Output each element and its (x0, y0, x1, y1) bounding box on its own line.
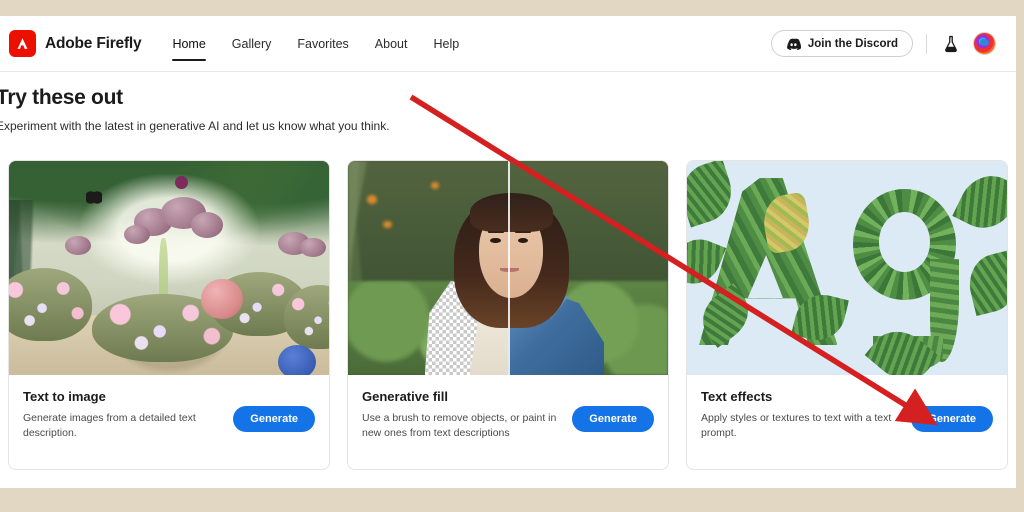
page-subtitle: Experiment with the latest in generative… (0, 119, 390, 133)
header-divider (926, 33, 927, 54)
nav-item-gallery[interactable]: Gallery (219, 16, 285, 72)
screenshot-root: Adobe Firefly Home Gallery Favorites Abo… (0, 0, 1024, 512)
card-description: Generate images from a detailed text des… (23, 412, 196, 440)
nav-item-favorites[interactable]: Favorites (284, 16, 361, 72)
site-header: Adobe Firefly Home Gallery Favorites Abo… (0, 16, 1016, 72)
feature-card-text-to-image[interactable]: Text to image Generate images from a det… (8, 160, 330, 470)
feature-card-text-effects[interactable]: Text effects Apply styles or textures to… (686, 160, 1008, 470)
hero-section: Try these out Experiment with the latest… (0, 86, 696, 133)
flask-icon[interactable] (940, 32, 962, 56)
page-title: Try these out (0, 86, 123, 109)
feature-card-generative-fill[interactable]: Generative fill Use a brush to remove ob… (347, 160, 669, 470)
header-actions: Join the Discord (770, 30, 996, 57)
card-description: Apply styles or textures to text with a … (701, 412, 892, 440)
nav-item-home[interactable]: Home (159, 16, 218, 72)
join-discord-button[interactable]: Join the Discord (770, 30, 913, 57)
card-title: Generative fill (362, 389, 448, 404)
feature-card-list: Text to image Generate images from a det… (8, 160, 1008, 470)
generate-button-generative-fill[interactable]: Generate (572, 406, 654, 432)
card-body: Generative fill Use a brush to remove ob… (348, 375, 668, 469)
card-title: Text to image (23, 389, 106, 404)
card-body: Text effects Apply styles or textures to… (687, 375, 1007, 469)
card-description: Use a brush to remove objects, or paint … (362, 412, 557, 440)
nav-item-about[interactable]: About (362, 16, 421, 72)
generate-button-text-to-image[interactable]: Generate (233, 406, 315, 432)
adobe-a-logo-icon (9, 30, 36, 57)
user-avatar[interactable] (973, 32, 996, 55)
generate-button-text-effects[interactable]: Generate (911, 406, 993, 432)
card-image-enchanted-garden (9, 161, 329, 375)
brand-logo[interactable]: Adobe Firefly (9, 30, 142, 57)
card-image-generative-fill (348, 161, 668, 375)
nav-item-help[interactable]: Help (420, 16, 472, 72)
card-body: Text to image Generate images from a det… (9, 375, 329, 469)
discord-icon (787, 38, 801, 50)
main-navigation: Home Gallery Favorites About Help (159, 16, 472, 72)
join-discord-label: Join the Discord (807, 37, 898, 50)
card-image-text-effects (687, 161, 1007, 375)
card-title: Text effects (701, 389, 773, 404)
brand-name: Adobe Firefly (45, 34, 142, 52)
